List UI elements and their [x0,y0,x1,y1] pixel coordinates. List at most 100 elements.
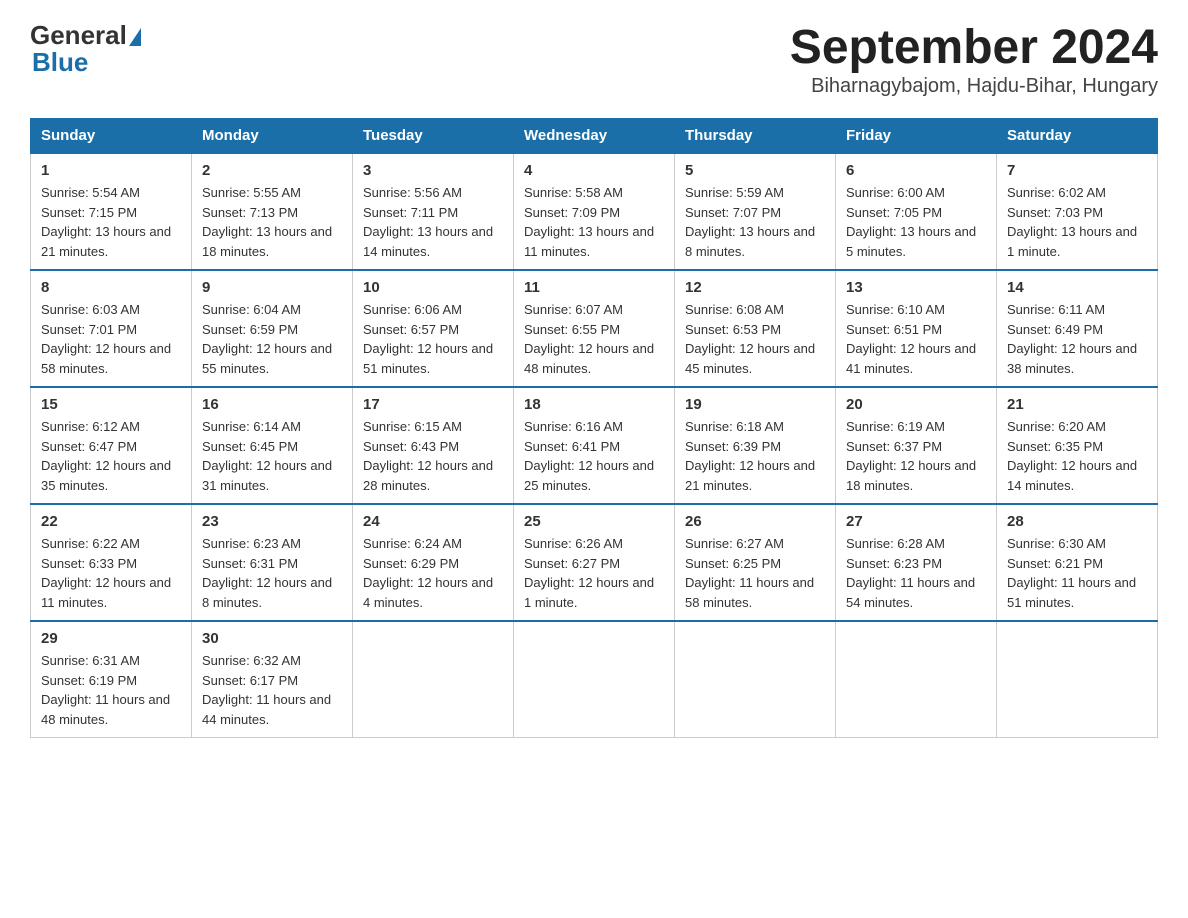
sun-info: Sunrise: 6:11 AMSunset: 6:49 PMDaylight:… [1007,300,1147,378]
location-title: Biharnagybajom, Hajdu-Bihar, Hungary [790,75,1158,98]
sun-info: Sunrise: 6:10 AMSunset: 6:51 PMDaylight:… [846,300,986,378]
day-number: 6 [846,162,986,179]
calendar-cell: 13 Sunrise: 6:10 AMSunset: 6:51 PMDayligh… [836,270,997,387]
title-block: September 2024 Biharnagybajom, Hajdu-Bih… [790,20,1158,98]
col-header-saturday: Saturday [997,119,1158,154]
sun-info: Sunrise: 6:26 AMSunset: 6:27 PMDaylight:… [524,534,664,612]
logo-blue-text: Blue [32,47,88,78]
day-number: 15 [41,396,181,413]
calendar-cell: 5Sunrise: 5:59 AMSunset: 7:07 PMDaylight… [675,153,836,270]
calendar-cell: 28 Sunrise: 6:30 AMSunset: 6:21 PMDayligh… [997,504,1158,621]
calendar-cell: 22 Sunrise: 6:22 AMSunset: 6:33 PMDayligh… [31,504,192,621]
col-header-wednesday: Wednesday [514,119,675,154]
sun-info: Sunrise: 6:28 AMSunset: 6:23 PMDaylight:… [846,534,986,612]
sun-info: Sunrise: 6:31 AMSunset: 6:19 PMDaylight:… [41,651,181,729]
month-title: September 2024 [790,20,1158,75]
day-number: 8 [41,279,181,296]
calendar-cell: 4 Sunrise: 5:58 AMSunset: 7:09 PMDaylight… [514,153,675,270]
day-number: 27 [846,513,986,530]
day-number: 5 [685,162,825,179]
calendar-cell: 23 Sunrise: 6:23 AMSunset: 6:31 PMDayligh… [192,504,353,621]
day-number: 25 [524,513,664,530]
day-number: 24 [363,513,503,530]
calendar-cell [997,621,1158,738]
day-number: 30 [202,630,342,647]
day-number: 14 [1007,279,1147,296]
day-number: 4 [524,162,664,179]
col-header-monday: Monday [192,119,353,154]
day-number: 18 [524,396,664,413]
sun-info: Sunrise: 6:00 AMSunset: 7:05 PMDaylight:… [846,183,986,261]
col-header-tuesday: Tuesday [353,119,514,154]
day-number: 1 [41,162,181,179]
calendar-cell: 8Sunrise: 6:03 AMSunset: 7:01 PMDaylight… [31,270,192,387]
day-number: 20 [846,396,986,413]
sun-info: Sunrise: 6:24 AMSunset: 6:29 PMDaylight:… [363,534,503,612]
day-number: 23 [202,513,342,530]
col-header-thursday: Thursday [675,119,836,154]
day-number: 7 [1007,162,1147,179]
sun-info: Sunrise: 6:27 AMSunset: 6:25 PMDaylight:… [685,534,825,612]
sun-info: Sunrise: 5:55 AMSunset: 7:13 PMDaylight:… [202,183,342,261]
calendar-cell: 27 Sunrise: 6:28 AMSunset: 6:23 PMDayligh… [836,504,997,621]
calendar-cell [836,621,997,738]
calendar-cell: 25 Sunrise: 6:26 AMSunset: 6:27 PMDayligh… [514,504,675,621]
col-header-friday: Friday [836,119,997,154]
calendar-cell: 10 Sunrise: 6:06 AMSunset: 6:57 PMDayligh… [353,270,514,387]
sun-info: Sunrise: 6:12 AMSunset: 6:47 PMDaylight:… [41,417,181,495]
sun-info: Sunrise: 6:14 AMSunset: 6:45 PMDaylight:… [202,417,342,495]
calendar-cell: 12 Sunrise: 6:08 AMSunset: 6:53 PMDayligh… [675,270,836,387]
calendar-cell: 30 Sunrise: 6:32 AMSunset: 6:17 PMDayligh… [192,621,353,738]
calendar-cell: 29 Sunrise: 6:31 AMSunset: 6:19 PMDayligh… [31,621,192,738]
sun-info: Sunrise: 6:02 AMSunset: 7:03 PMDaylight:… [1007,183,1147,261]
sun-info: Sunrise: 6:06 AMSunset: 6:57 PMDaylight:… [363,300,503,378]
sun-info: Sunrise: 6:07 AMSunset: 6:55 PMDaylight:… [524,300,664,378]
calendar-cell: 20Sunrise: 6:19 AMSunset: 6:37 PMDayligh… [836,387,997,504]
calendar-cell: 15 Sunrise: 6:12 AMSunset: 6:47 PMDayligh… [31,387,192,504]
sun-info: Sunrise: 5:56 AMSunset: 7:11 PMDaylight:… [363,183,503,261]
calendar-cell: 7 Sunrise: 6:02 AMSunset: 7:03 PMDaylight… [997,153,1158,270]
logo: General Blue [30,20,141,78]
sun-info: Sunrise: 5:58 AMSunset: 7:09 PMDaylight:… [524,183,664,261]
sun-info: Sunrise: 6:23 AMSunset: 6:31 PMDaylight:… [202,534,342,612]
sun-info: Sunrise: 6:20 AMSunset: 6:35 PMDaylight:… [1007,417,1147,495]
sun-info: Sunrise: 6:32 AMSunset: 6:17 PMDaylight:… [202,651,342,729]
calendar-cell: 1 Sunrise: 5:54 AMSunset: 7:15 PMDaylight… [31,153,192,270]
calendar-cell: 11 Sunrise: 6:07 AMSunset: 6:55 PMDayligh… [514,270,675,387]
day-number: 17 [363,396,503,413]
calendar-cell: 21 Sunrise: 6:20 AMSunset: 6:35 PMDayligh… [997,387,1158,504]
day-number: 10 [363,279,503,296]
calendar-cell: 17Sunrise: 6:15 AMSunset: 6:43 PMDayligh… [353,387,514,504]
calendar-cell: 14 Sunrise: 6:11 AMSunset: 6:49 PMDayligh… [997,270,1158,387]
calendar-cell [353,621,514,738]
sun-info: Sunrise: 6:16 AMSunset: 6:41 PMDaylight:… [524,417,664,495]
calendar-cell: 3 Sunrise: 5:56 AMSunset: 7:11 PMDaylight… [353,153,514,270]
day-number: 28 [1007,513,1147,530]
calendar-cell [514,621,675,738]
calendar-cell: 9 Sunrise: 6:04 AMSunset: 6:59 PMDaylight… [192,270,353,387]
sun-info: Sunrise: 6:18 AMSunset: 6:39 PMDaylight:… [685,417,825,495]
sun-info: Sunrise: 6:04 AMSunset: 6:59 PMDaylight:… [202,300,342,378]
day-number: 13 [846,279,986,296]
col-header-sunday: Sunday [31,119,192,154]
calendar-cell: 16 Sunrise: 6:14 AMSunset: 6:45 PMDayligh… [192,387,353,504]
sun-info: Sunrise: 6:08 AMSunset: 6:53 PMDaylight:… [685,300,825,378]
day-number: 9 [202,279,342,296]
sun-info: Sunrise: 6:22 AMSunset: 6:33 PMDaylight:… [41,534,181,612]
calendar-cell: 2 Sunrise: 5:55 AMSunset: 7:13 PMDaylight… [192,153,353,270]
day-number: 22 [41,513,181,530]
calendar-cell: 24 Sunrise: 6:24 AMSunset: 6:29 PMDayligh… [353,504,514,621]
sun-info: Sunrise: 5:54 AMSunset: 7:15 PMDaylight:… [41,183,181,261]
calendar-cell: 6 Sunrise: 6:00 AMSunset: 7:05 PMDaylight… [836,153,997,270]
calendar-cell: 18 Sunrise: 6:16 AMSunset: 6:41 PMDayligh… [514,387,675,504]
day-number: 3 [363,162,503,179]
page-header: General Blue September 2024 Biharnagybaj… [30,20,1158,98]
calendar-table: SundayMondayTuesdayWednesdayThursdayFrid… [30,118,1158,738]
day-number: 16 [202,396,342,413]
day-number: 2 [202,162,342,179]
day-number: 12 [685,279,825,296]
day-number: 21 [1007,396,1147,413]
day-number: 29 [41,630,181,647]
sun-info: Sunrise: 6:30 AMSunset: 6:21 PMDaylight:… [1007,534,1147,612]
day-number: 11 [524,279,664,296]
